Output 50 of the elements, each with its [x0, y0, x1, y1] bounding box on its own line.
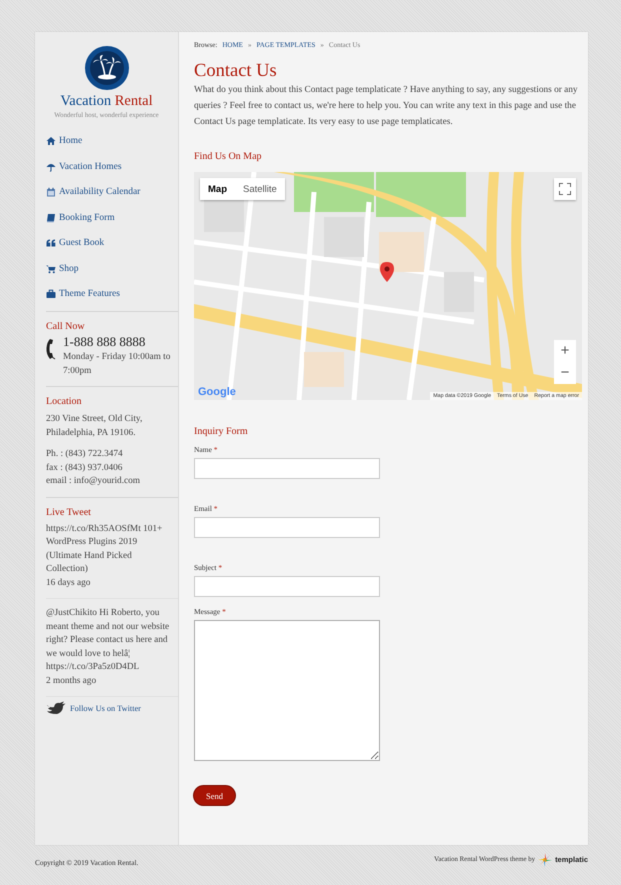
map-type-tab[interactable]: Map [200, 178, 235, 200]
zoom-out-button[interactable]: − [554, 362, 576, 384]
contact-line: email : info@yourid.com [46, 475, 142, 488]
nav-link[interactable]: Shop [46, 262, 79, 276]
tweet-time: 2 months ago [46, 674, 98, 688]
site-title[interactable]: Vacation Rental [46, 93, 178, 110]
colorful-star-logo-icon [538, 852, 552, 866]
text-input-field[interactable] [194, 517, 380, 538]
section-heading: Find Us On Map [194, 150, 263, 164]
nav-link[interactable]: Theme Features [46, 287, 120, 301]
location-pin-icon [380, 262, 394, 282]
tweet-time: 16 days ago [46, 576, 92, 590]
nav-link[interactable]: Booking Form [46, 210, 115, 224]
umbrella-icon [46, 162, 56, 172]
map-provider-logo: Google [198, 386, 236, 398]
section-heading: Inquiry Form [194, 425, 249, 439]
send-button[interactable]: Send [194, 786, 235, 805]
home-icon [46, 136, 56, 146]
widget-heading: Live Tweet [46, 506, 92, 520]
follow-twitter-link[interactable]: Follow Us on Twitter [46, 701, 178, 715]
text-input-field[interactable] [194, 458, 380, 479]
zoom-in-button[interactable]: + [554, 340, 576, 362]
map-type-tab[interactable]: Satellite [235, 178, 285, 200]
opening-hours: Monday - Friday 10:00am to 7:00pm [63, 351, 172, 378]
briefcase-icon [46, 289, 56, 299]
nav-link[interactable]: Vacation Homes [46, 160, 122, 174]
intro-paragraph: What do you think about this Contact page templaticate ? Have anything to say, any suggestions or any queries ? Feel free to contact us, we're here to help you. You can write any text in this page and use the Contact Us page templaticate. Its very easy to use page templaticates. [194, 84, 579, 129]
fullscreen-button[interactable] [554, 178, 576, 200]
message-textarea[interactable] [194, 620, 380, 761]
telephone-handset-icon [46, 338, 58, 360]
contact-line: fax : (843) 937.0406 [46, 462, 124, 474]
nav-link[interactable]: Availability Calendar [46, 185, 140, 199]
fullscreen-icon [559, 183, 571, 195]
nav-link[interactable]: Home [46, 134, 82, 148]
cart-icon [46, 264, 56, 274]
phone-number: 1-888 888 8888 [63, 334, 146, 349]
nav-link[interactable]: Guest Book [46, 236, 104, 250]
palm-tree-island-logo-icon [84, 46, 128, 90]
tweet-text: https://t.co/Rh35AOSfMt 101+ WordPress Plugins 2019 (Ultimate Hand Picked Collection) [46, 522, 164, 576]
widget-heading: Call Now [46, 320, 86, 334]
address-text: 230 Vine Street, Old City, Philadelphia, PA 19106. [46, 413, 144, 440]
tweet-text: @JustChikito Hi Roberto, you meant theme and not our website right? Please contact us here and we would love to helâ¦ https://t.co/3Pa5z0D4DL [46, 607, 170, 674]
contact-line: Ph. : (843) 722.3474 [46, 448, 124, 461]
calendar-icon [46, 187, 56, 197]
widget-heading: Location [46, 395, 83, 409]
page-title: Contact Us [194, 60, 278, 82]
book-icon [46, 212, 56, 222]
quote-icon [46, 238, 56, 248]
text-input-field[interactable] [194, 576, 380, 597]
bird-icon [46, 701, 66, 715]
